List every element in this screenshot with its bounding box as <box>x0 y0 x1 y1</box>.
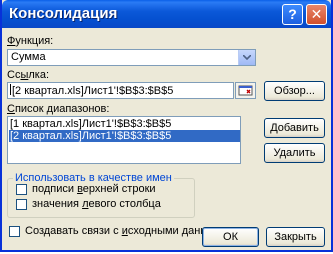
reference-label: Ссылка: <box>7 69 50 81</box>
collapse-dialog-button[interactable] <box>235 82 256 99</box>
text-caret <box>10 84 11 95</box>
list-item[interactable]: [1 квартал.xls]Лист1'!$B$3:$B$5 <box>9 118 240 130</box>
close-window-button[interactable]: ✕ <box>306 4 327 25</box>
delete-button[interactable]: Удалить <box>264 143 325 163</box>
left-column-label: значения левого столбца <box>32 198 161 210</box>
collapse-dialog-icon <box>238 85 253 96</box>
help-icon: ? <box>288 6 297 22</box>
dropdown-arrow-button[interactable] <box>238 50 255 65</box>
function-select[interactable]: Сумма <box>7 49 256 66</box>
create-links-label: Создавать связи с исходными данными <box>25 225 229 237</box>
title-bar[interactable]: Консолидация ? ✕ <box>2 0 331 28</box>
ok-button[interactable]: ОК <box>202 227 259 247</box>
consolidation-dialog: Консолидация ? ✕ Функция: Сумма Ссылка: … <box>0 0 333 252</box>
add-button[interactable]: Добавить <box>264 118 325 138</box>
list-item-selected[interactable]: [2 квартал.xls]Лист1'!$B$3:$B$5 <box>9 130 240 142</box>
help-button[interactable]: ? <box>282 4 303 25</box>
ranges-label: Список диапазонов: <box>7 103 110 115</box>
top-row-checkbox[interactable] <box>16 184 27 195</box>
top-row-label: подписи верхней строки <box>32 183 156 195</box>
chevron-down-icon <box>243 55 251 60</box>
close-button[interactable]: Закрыть <box>266 227 325 247</box>
ranges-list[interactable]: [1 квартал.xls]Лист1'!$B$3:$B$5 [2 кварт… <box>7 116 241 164</box>
function-label: Функция: <box>7 35 54 47</box>
reference-input[interactable]: [2 квартал.xls]Лист1'!$B$3:$B$5 <box>7 82 234 99</box>
create-links-checkbox[interactable] <box>9 226 20 237</box>
dialog-title: Консолидация <box>9 5 118 22</box>
left-column-checkbox[interactable] <box>16 199 27 210</box>
browse-button[interactable]: Обзор... <box>264 81 325 101</box>
close-icon: ✕ <box>310 6 323 22</box>
reference-value: [2 квартал.xls]Лист1'!$B$3:$B$5 <box>12 85 174 97</box>
function-value: Сумма <box>11 51 46 63</box>
